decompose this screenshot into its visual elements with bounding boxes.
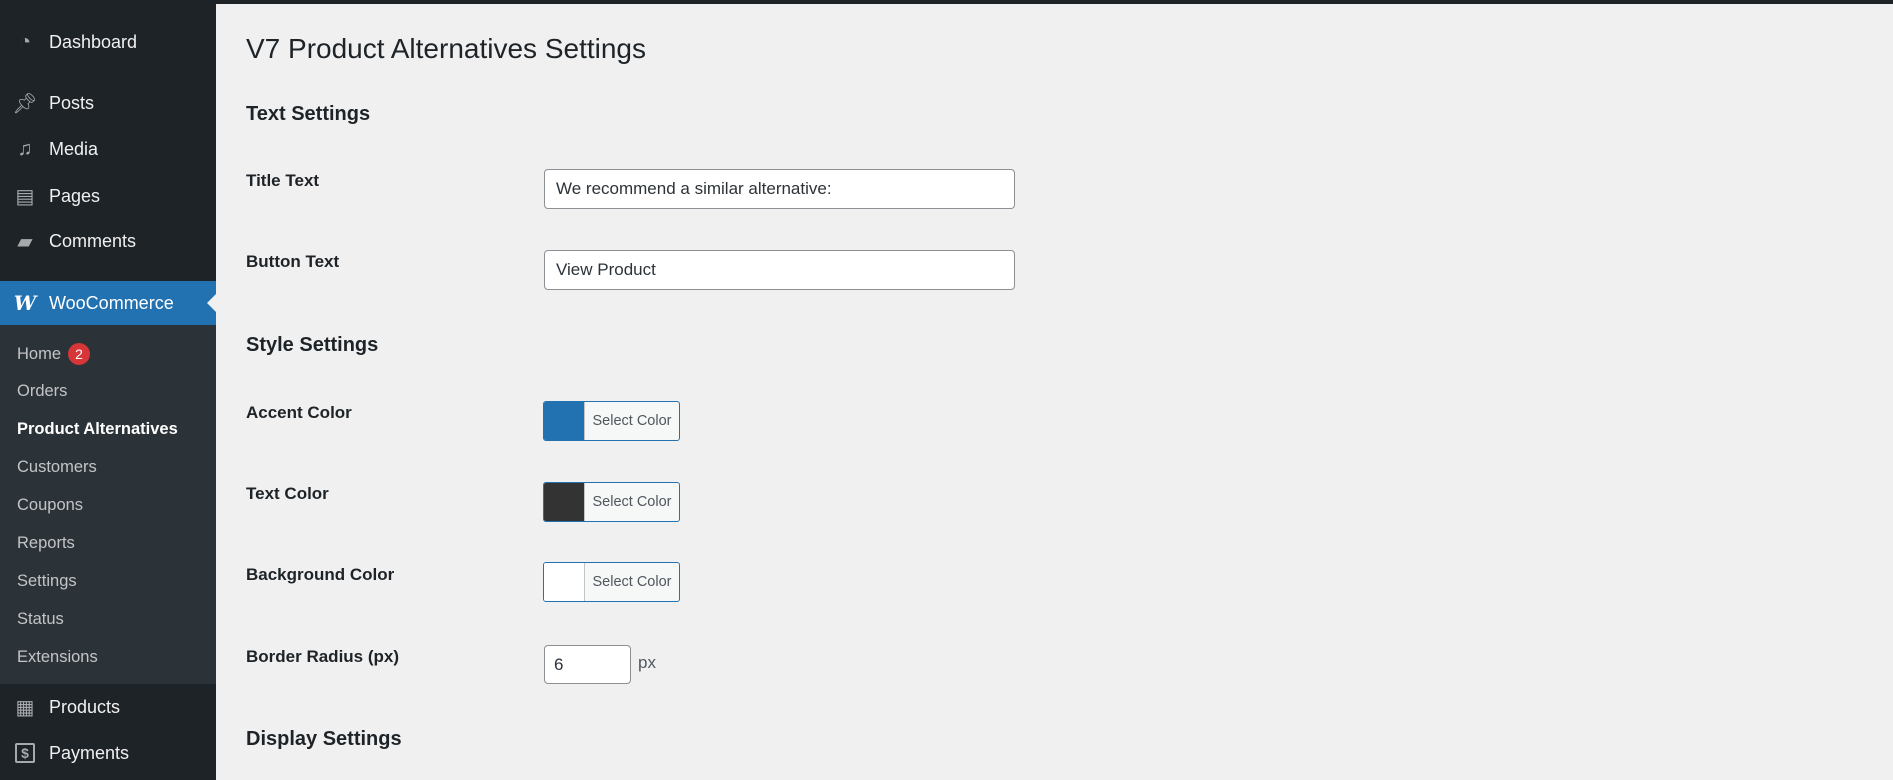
border-radius-unit: px <box>638 653 656 672</box>
menu-dashboard[interactable]: ◔ Dashboard <box>0 22 216 62</box>
text-color-label: Text Color <box>246 484 329 503</box>
background-color-picker[interactable]: Select Color <box>543 562 680 602</box>
archive-icon: ▦ <box>15 696 35 719</box>
select-color-label: Select Color <box>592 413 672 429</box>
submenu-settings[interactable]: Settings <box>17 572 77 591</box>
menu-label: Pages <box>49 185 101 206</box>
submenu-extensions[interactable]: Extensions <box>17 648 98 667</box>
button-text-label: Button Text <box>246 252 340 271</box>
accent-color-label: Accent Color <box>246 403 352 422</box>
title-text-label: Title Text <box>246 171 320 190</box>
color-swatch <box>544 483 585 521</box>
media-icon: ♫ <box>17 137 33 160</box>
menu-label: Dashboard <box>49 31 138 52</box>
pin-icon: 📌︎ <box>12 92 38 115</box>
menu-label: Payments <box>49 742 130 763</box>
submenu-product-alternatives[interactable]: Product Alternatives <box>17 420 178 439</box>
select-color-label: Select Color <box>592 574 672 590</box>
background-color-label: Background Color <box>246 565 395 584</box>
accent-color-picker[interactable]: Select Color <box>543 401 680 441</box>
display-settings-heading: Display Settings <box>246 728 402 750</box>
menu-products[interactable]: ▦ Products <box>0 687 216 727</box>
menu-posts[interactable]: 📌︎ Posts <box>0 83 216 123</box>
menu-comments[interactable]: ▰ Comments <box>0 221 216 261</box>
button-text-input[interactable]: View Product <box>544 250 1015 290</box>
menu-label: WooCommerce <box>49 292 174 313</box>
menu-media[interactable]: ♫ Media <box>0 129 216 169</box>
submenu-customers[interactable]: Customers <box>17 458 97 477</box>
pages-icon: ▤ <box>15 185 35 208</box>
menu-label: Posts <box>49 92 95 113</box>
color-swatch <box>544 402 585 440</box>
woocommerce-icon: W <box>13 291 37 315</box>
submenu-home[interactable]: Home 2 <box>17 343 91 365</box>
border-radius-label: Border Radius (px) <box>246 647 400 666</box>
menu-woocommerce[interactable]: W WooCommerce <box>0 281 216 325</box>
page-title: V7 Product Alternatives Settings <box>246 33 646 64</box>
color-swatch <box>544 563 585 601</box>
submenu-coupons[interactable]: Coupons <box>17 496 83 515</box>
dollar-icon: $ <box>12 741 38 765</box>
title-text-input[interactable]: We recommend a similar alternative: <box>544 169 1015 209</box>
submenu-orders[interactable]: Orders <box>17 382 67 401</box>
menu-payments[interactable]: $ Payments <box>0 733 216 773</box>
dashboard-icon: ◔ <box>18 30 32 53</box>
submenu-reports[interactable]: Reports <box>17 534 75 553</box>
style-settings-heading: Style Settings <box>246 334 379 356</box>
text-settings-heading: Text Settings <box>246 103 371 125</box>
notification-badge: 2 <box>68 343 91 365</box>
submenu-label: Home <box>17 344 62 363</box>
menu-label: Comments <box>49 230 137 251</box>
menu-pages[interactable]: ▤ Pages <box>0 176 216 216</box>
submenu-status[interactable]: Status <box>17 610 64 629</box>
select-color-label: Select Color <box>592 494 672 510</box>
border-radius-input[interactable]: 6 <box>544 645 631 684</box>
menu-label: Media <box>49 138 99 159</box>
menu-label: Products <box>49 696 121 717</box>
dollar-glyph: $ <box>15 743 35 763</box>
text-color-picker[interactable]: Select Color <box>543 482 680 522</box>
admin-top-bar <box>0 0 1893 4</box>
comment-icon: ▰ <box>17 230 33 253</box>
